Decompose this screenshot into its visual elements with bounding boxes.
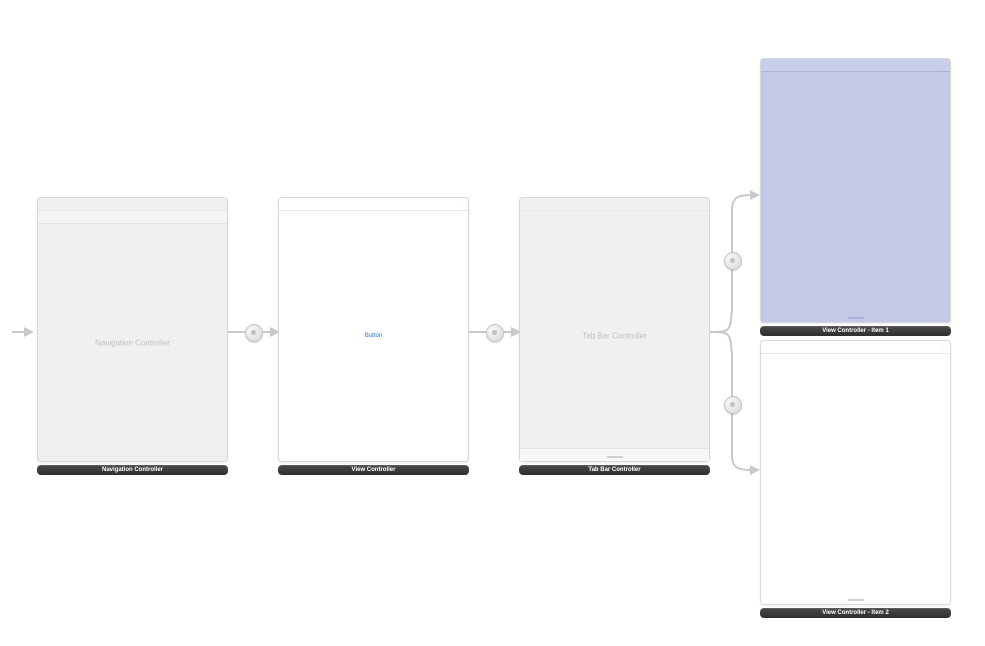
status-icons: …: [458, 201, 462, 206]
scene-content: Navigation Controller: [38, 224, 227, 461]
storyboard-canvas[interactable]: { "scenes": { "nav": { "label": "Navigat…: [0, 0, 985, 646]
scene-label[interactable]: View Controller: [278, 465, 469, 475]
segue-root-view-controller[interactable]: [245, 324, 263, 342]
scene-navigation-controller[interactable]: … Navigation Controller Navigation Contr…: [37, 197, 228, 475]
scene-content: Tab Bar Controller: [520, 211, 709, 461]
status-icons: …: [699, 201, 703, 206]
home-indicator: [607, 456, 623, 458]
status-icons: …: [940, 344, 944, 349]
status-icons: …: [940, 62, 944, 67]
scene-label[interactable]: Tab Bar Controller: [519, 465, 710, 475]
placeholder-label: Tab Bar Controller: [582, 332, 646, 341]
status-bar: …: [279, 198, 468, 211]
segue-show[interactable]: [486, 324, 504, 342]
scene-content: [761, 354, 950, 604]
segue-view-controllers-item2[interactable]: [724, 396, 742, 414]
scene-frame[interactable]: … Navigation Controller: [37, 197, 228, 462]
scene-view-controller-item-2[interactable]: … View Controller - Item 2: [760, 340, 951, 618]
ui-button[interactable]: Button: [365, 333, 382, 339]
segue-view-controllers-item1[interactable]: [724, 252, 742, 270]
home-indicator: [848, 599, 864, 601]
status-bar: …: [38, 198, 227, 211]
scene-frame[interactable]: … Tab Bar Controller: [519, 197, 710, 462]
home-indicator: [848, 317, 864, 319]
scene-content: Button: [279, 211, 468, 461]
scene-frame[interactable]: …: [760, 58, 951, 323]
scene-view-controller-item-1[interactable]: … View Controller - Item 1: [760, 58, 951, 336]
scene-tab-bar-controller[interactable]: … Tab Bar Controller Tab Bar Controller: [519, 197, 710, 475]
scene-view-controller[interactable]: … Button View Controller: [278, 197, 469, 475]
status-icons: …: [217, 201, 221, 206]
placeholder-label: Navigation Controller: [95, 338, 170, 347]
navigation-bar: [38, 211, 227, 224]
status-bar: …: [761, 341, 950, 354]
scene-content: [761, 72, 950, 322]
tab-bar: [520, 448, 709, 461]
status-bar: …: [520, 198, 709, 211]
scene-label[interactable]: View Controller - Item 2: [760, 608, 951, 618]
scene-frame[interactable]: … Button: [278, 197, 469, 462]
scene-label[interactable]: Navigation Controller: [37, 465, 228, 475]
scene-frame[interactable]: …: [760, 340, 951, 605]
scene-label[interactable]: View Controller - Item 1: [760, 326, 951, 336]
